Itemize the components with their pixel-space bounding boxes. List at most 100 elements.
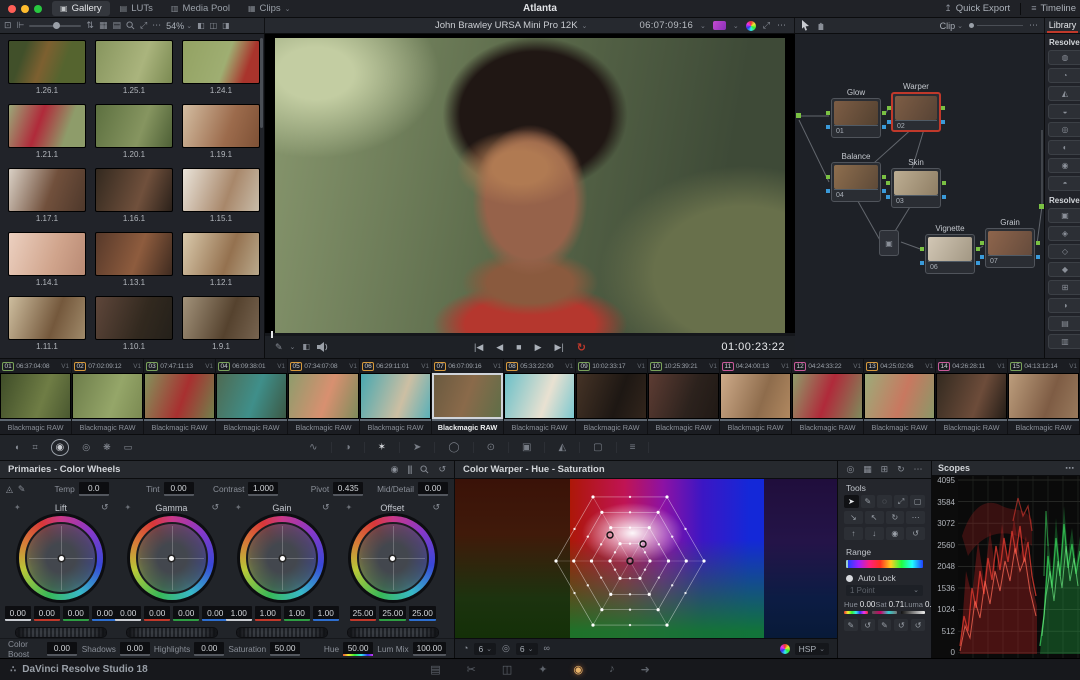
resolve-fx-item[interactable]: ◒: [1048, 104, 1080, 119]
tracker-icon[interactable]: ◯: [435, 442, 473, 453]
color-wheel-gamma[interactable]: [130, 516, 214, 600]
wheels-mode-icon[interactable]: ◉: [391, 465, 399, 474]
offset-value-g[interactable]: 25.00: [379, 606, 406, 621]
timeline-clip-05[interactable]: 0507:34:07:08V1Blackmagic RAW: [288, 359, 360, 434]
play-button[interactable]: ▶: [535, 342, 542, 353]
timeline-toggle-button[interactable]: ≡ Timeline: [1031, 3, 1076, 14]
reset-offset-icon[interactable]: ↺: [432, 502, 440, 513]
zoom-window-button[interactable]: [34, 5, 42, 13]
warp-up-tool[interactable]: ↖: [865, 511, 884, 524]
timeline-clip-12[interactable]: 1204:24:33:22V1Blackmagic RAW: [792, 359, 864, 434]
still-thumbnail[interactable]: [182, 232, 260, 276]
page-media-icon[interactable]: ▤: [430, 663, 440, 676]
key-icon[interactable]: ◭: [545, 442, 580, 453]
still-thumbnail[interactable]: [182, 296, 260, 340]
color-viewer-icon[interactable]: [746, 21, 756, 31]
reset-all-icon[interactable]: ↺: [438, 465, 446, 474]
param-tint-value[interactable]: 0.00: [164, 482, 194, 496]
still-thumbnail[interactable]: [182, 104, 260, 148]
fullscreen-tool[interactable]: ▢: [910, 495, 925, 508]
gamma-value-b[interactable]: 0.00: [202, 606, 228, 621]
node-warper[interactable]: Warper02: [891, 82, 941, 132]
timeline-clip-07[interactable]: 0706:07:09:16V1Blackmagic RAW: [432, 359, 504, 434]
annotate-pen-icon[interactable]: ✎: [275, 343, 283, 352]
tab-luts[interactable]: ▤LUTs: [112, 1, 161, 16]
timeline-clip-09[interactable]: 0910:02:33:17V1Blackmagic RAW: [576, 359, 648, 434]
range-gradient-bar[interactable]: [846, 560, 923, 568]
hue-value[interactable]: Hue0.00: [844, 600, 875, 609]
timeline-clip-04[interactable]: 0406:09:38:01V1Blackmagic RAW: [216, 359, 288, 434]
node-mixer[interactable]: ▣: [879, 230, 899, 256]
gain-value-b[interactable]: 1.00: [313, 606, 339, 621]
still-thumbnail[interactable]: [95, 40, 173, 84]
gamma-value-w[interactable]: 0.00: [115, 606, 141, 621]
reset-lift-icon[interactable]: ↺: [101, 502, 109, 513]
master-wheel-offset[interactable]: [347, 627, 439, 638]
gallery-still[interactable]: 1.21.1: [8, 104, 86, 159]
window-controls[interactable]: [0, 5, 52, 13]
still-thumbnail[interactable]: [8, 296, 86, 340]
still-thumbnail[interactable]: [182, 168, 260, 212]
workspace-icon[interactable]: ∴: [10, 665, 16, 674]
window-icon[interactable]: ➤: [400, 442, 435, 453]
resolve-fx-item[interactable]: ◔: [1048, 68, 1080, 83]
gallery-still[interactable]: 1.24.1: [182, 40, 260, 95]
audio-mute-icon[interactable]: [317, 342, 329, 352]
param-shadows-value[interactable]: 0.00: [120, 642, 150, 656]
auto-lock-toggle[interactable]: [846, 575, 853, 582]
timeline-clip-06[interactable]: 0606:29:11:01V1Blackmagic RAW: [360, 359, 432, 434]
gallery-still[interactable]: 1.17.1: [8, 168, 86, 223]
gallery-still[interactable]: 1.26.1: [8, 40, 86, 95]
picker-b-tool[interactable]: ✎: [878, 619, 892, 631]
resolve-fx-item[interactable]: ◭: [1048, 86, 1080, 101]
color-wheel-lift[interactable]: [19, 516, 103, 600]
reset-gain-icon[interactable]: ↺: [322, 502, 330, 513]
timeline-clip-11[interactable]: 1104:24:00:13V1Blackmagic RAW: [720, 359, 792, 434]
hue-divisions-select[interactable]: 6⌄: [474, 643, 496, 655]
node-zoom-slider[interactable]: [969, 23, 1023, 28]
still-thumbnail[interactable]: [182, 40, 260, 84]
gamma-value-r[interactable]: 0.00: [144, 606, 170, 621]
hand-icon[interactable]: [816, 21, 826, 31]
still-thumbnail[interactable]: [95, 232, 173, 276]
white-balance-picker-icon[interactable]: ✎: [18, 485, 26, 494]
gallery-still[interactable]: 1.19.1: [182, 104, 260, 159]
loop-button[interactable]: ↻: [577, 341, 586, 354]
compare-wipe-icon[interactable]: ◧: [302, 343, 310, 351]
sizing-icon[interactable]: ▢: [580, 442, 616, 453]
dual-view-icon[interactable]: ◫: [210, 22, 218, 30]
offset-value-r[interactable]: 25.00: [350, 606, 377, 621]
lift-value-g[interactable]: 0.00: [63, 606, 89, 621]
still-thumbnail[interactable]: [8, 40, 86, 84]
picker-a-tool[interactable]: ✎: [844, 619, 858, 631]
node-mode-select[interactable]: Clip⌄: [940, 21, 963, 31]
viewer-scrub-bar[interactable]: [265, 333, 795, 336]
rgb-mixer-icon[interactable]: ❋: [103, 443, 111, 452]
timeline-clip-03[interactable]: 0307:47:11:13V1Blackmagic RAW: [144, 359, 216, 434]
timeline-clip-15[interactable]: 1504:13:12:14V1Blackmagic RAW: [1008, 359, 1080, 434]
param-hue-value[interactable]: 50.00: [343, 642, 373, 656]
color-space-select[interactable]: HSP⌄: [795, 643, 829, 655]
minimize-window-button[interactable]: [21, 5, 29, 13]
param-color-boost-value[interactable]: 0.00: [47, 642, 77, 656]
resolve-fx-item[interactable]: ◓: [1048, 176, 1080, 191]
gamma-value-g[interactable]: 0.00: [173, 606, 199, 621]
goto-last-frame-button[interactable]: ▶|: [555, 342, 564, 353]
gallery-still[interactable]: 1.13.1: [95, 232, 173, 287]
quick-export-button[interactable]: ↥ Quick Export: [944, 3, 1010, 14]
color-match-icon[interactable]: ⌗: [32, 443, 37, 452]
page-cut-icon[interactable]: ✂: [467, 663, 476, 676]
stereo-icon[interactable]: ≡: [617, 442, 650, 453]
still-thumbnail[interactable]: [8, 232, 86, 276]
viewer-expand-icon[interactable]: ⤢: [763, 21, 770, 30]
gain-value-g[interactable]: 1.00: [284, 606, 310, 621]
sat-value[interactable]: Sat0.71: [875, 600, 904, 609]
qualifier-icon[interactable]: ◑: [332, 442, 365, 453]
cursor-icon[interactable]: [801, 20, 810, 31]
push-up-tool[interactable]: ↑: [844, 527, 863, 540]
step-back-button[interactable]: ◀: [496, 342, 503, 353]
param-mid-detail-value[interactable]: 0.00: [418, 482, 448, 496]
point-mode-select[interactable]: 1 Point⌄: [846, 585, 923, 596]
playhead[interactable]: [271, 331, 273, 338]
target-tool[interactable]: ◉: [886, 527, 905, 540]
